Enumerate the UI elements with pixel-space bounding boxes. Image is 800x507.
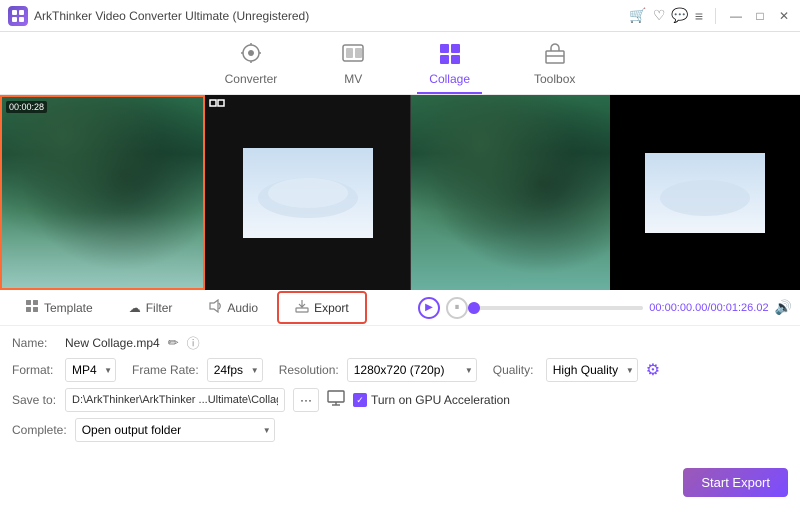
gpu-acceleration-label[interactable]: ✓ Turn on GPU Acceleration [353, 393, 510, 407]
resolution-label: Resolution: [279, 363, 339, 377]
complete-select[interactable]: Open output folder [75, 418, 275, 442]
fav-icon[interactable]: ♡ [653, 7, 666, 24]
filter-icon: ☁ [129, 301, 141, 315]
settings-name-row: Name: New Collage.mp4 ✏ ⓘ [12, 333, 788, 352]
format-select-wrapper: MP4 [65, 358, 116, 382]
tab-mv[interactable]: MV [329, 38, 377, 94]
maximize-button[interactable]: □ [752, 8, 768, 24]
progress-thumb [468, 302, 480, 314]
subtab-filter[interactable]: ☁ Filter [112, 294, 190, 322]
subtab-export-label: Export [314, 301, 349, 315]
cart-icon[interactable]: 🛒 [629, 7, 646, 24]
player-controls: ▶ ⏸ 00:00:00.00/00:01:26.02 🔊 [410, 297, 800, 319]
mv-icon [341, 42, 365, 68]
titlebar-left: ArkThinker Video Converter Ultimate (Unr… [8, 6, 309, 26]
sub-tab-row: Template ☁ Filter Audio [0, 290, 800, 326]
gpu-checkbox[interactable]: ✓ [353, 393, 367, 407]
close-button[interactable]: ✕ [776, 8, 792, 24]
export-icon [295, 299, 309, 316]
quality-gear-icon[interactable]: ⚙ [646, 360, 660, 380]
quality-label: Quality: [493, 363, 538, 377]
tab-converter[interactable]: Converter [213, 38, 290, 94]
saveto-path-input[interactable] [65, 388, 285, 412]
play-button[interactable]: ▶ [418, 297, 440, 319]
collage-icon [438, 42, 462, 68]
name-value: New Collage.mp4 [65, 336, 160, 350]
settings-format-row: Format: MP4 Frame Rate: 24fps Resolution… [12, 358, 788, 382]
menu-icon[interactable]: ≡ [695, 8, 703, 24]
complete-label: Complete: [12, 423, 67, 437]
app-icon [8, 6, 28, 26]
left-video-bg [2, 97, 203, 288]
collage-area: 00:00:28 [0, 95, 410, 290]
subtab-template[interactable]: Template [8, 292, 110, 323]
subtab-audio[interactable]: Audio [191, 292, 275, 323]
audio-icon [208, 299, 222, 316]
monitor-icon[interactable] [327, 390, 345, 411]
titlebar-icons: 🛒 ♡ 💬 ≡ [629, 7, 703, 24]
subtab-audio-label: Audio [227, 301, 258, 315]
preview-ocean-bg [411, 95, 610, 290]
minimize-button[interactable]: — [728, 8, 744, 24]
browse-button[interactable]: ··· [293, 388, 319, 412]
edit-icon[interactable]: ✏ [168, 335, 179, 351]
toolbox-icon [543, 42, 567, 68]
preview-left-video [411, 95, 610, 290]
time-display: 00:00:00.00/00:01:26.02 [649, 302, 768, 314]
collage-left-panel[interactable]: 00:00:28 [0, 95, 205, 290]
template-icon [25, 299, 39, 316]
tab-converter-label: Converter [225, 72, 278, 86]
quality-select-wrapper: High Quality [546, 358, 638, 382]
start-export-button[interactable]: Start Export [683, 468, 788, 497]
titlebar: ArkThinker Video Converter Ultimate (Unr… [0, 0, 800, 32]
framerate-label: Frame Rate: [132, 363, 199, 377]
resolution-select[interactable]: 1280x720 (720p) [347, 358, 477, 382]
app-window: ArkThinker Video Converter Ultimate (Unr… [0, 0, 800, 507]
gpu-label-text: Turn on GPU Acceleration [371, 393, 510, 407]
settings-complete-row: Complete: Open output folder [12, 418, 788, 442]
framerate-select[interactable]: 24fps [207, 358, 263, 382]
progress-bar[interactable] [474, 306, 643, 310]
info-icon[interactable]: ⓘ [187, 333, 200, 352]
bottom-section: Name: New Collage.mp4 ✏ ⓘ Format: MP4 Fr… [0, 326, 800, 507]
preview-right-panel [610, 95, 800, 290]
preview-thumb [645, 153, 765, 233]
collage-right-panel[interactable] [205, 95, 410, 290]
tab-toolbox-label: Toolbox [534, 72, 575, 86]
format-select[interactable]: MP4 [65, 358, 116, 382]
chat-icon[interactable]: 💬 [671, 7, 688, 24]
format-label: Format: [12, 363, 57, 377]
framerate-select-wrapper: 24fps [207, 358, 263, 382]
preview-area [411, 95, 800, 290]
resolution-select-wrapper: 1280x720 (720p) [347, 358, 477, 382]
subtab-filter-label: Filter [146, 301, 173, 315]
titlebar-controls: 🛒 ♡ 💬 ≡ — □ ✕ [629, 7, 792, 24]
settings-saveto-row: Save to: ··· ✓ Turn on GPU Acceleration [12, 388, 788, 412]
subtab-export[interactable]: Export [277, 291, 367, 324]
nav-tabs: Converter MV Collage [0, 32, 800, 95]
tab-collage[interactable]: Collage [417, 38, 482, 94]
tab-toolbox[interactable]: Toolbox [522, 38, 587, 94]
volume-icon[interactable]: 🔊 [775, 299, 792, 316]
quality-select[interactable]: High Quality [546, 358, 638, 382]
content-row: 00:00:28 [0, 95, 800, 290]
video-timestamp: 00:00:28 [6, 101, 47, 113]
grid-layout-icon [209, 99, 225, 118]
subtab-template-label: Template [44, 301, 93, 315]
app-title: ArkThinker Video Converter Ultimate (Unr… [34, 9, 309, 23]
tab-mv-label: MV [344, 72, 362, 86]
complete-select-wrapper: Open output folder [75, 418, 275, 442]
name-label: Name: [12, 336, 57, 350]
right-video-thumb [243, 148, 373, 238]
saveto-label: Save to: [12, 393, 57, 407]
tab-collage-label: Collage [429, 72, 470, 86]
converter-icon [239, 42, 263, 68]
pause-button[interactable]: ⏸ [446, 297, 468, 319]
subtabs-container: Template ☁ Filter Audio [0, 291, 410, 324]
